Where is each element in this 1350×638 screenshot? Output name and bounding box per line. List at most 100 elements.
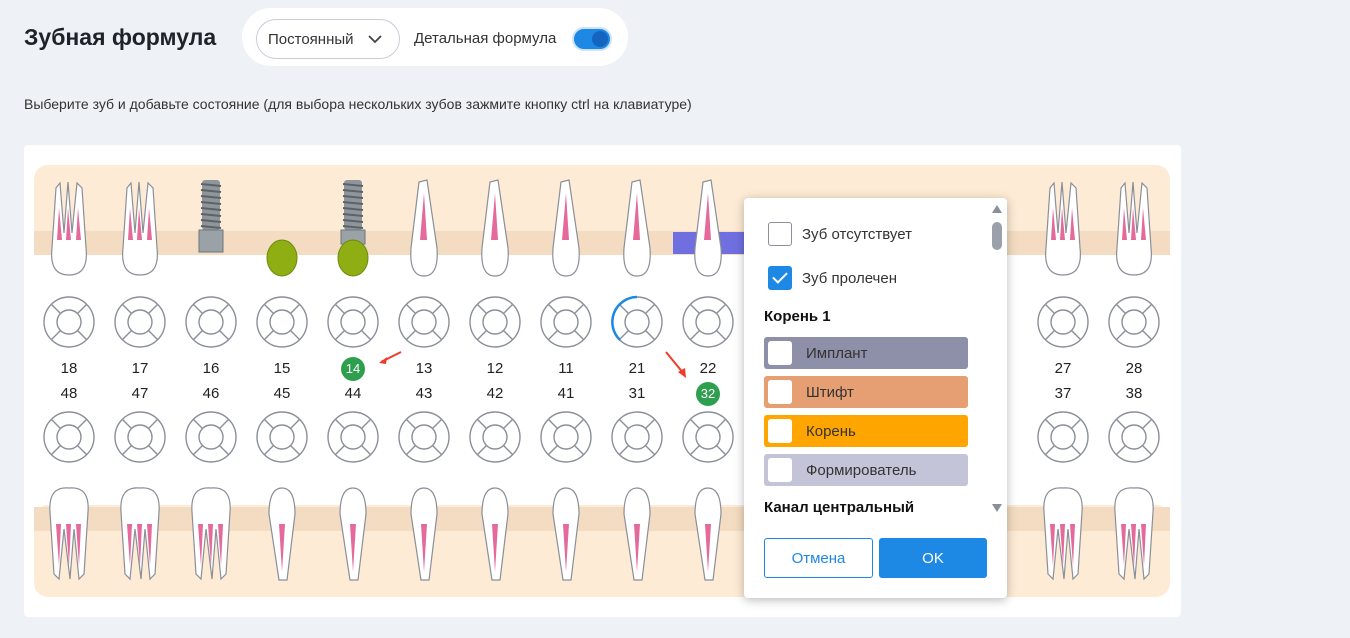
tooth-37[interactable] — [1038, 484, 1088, 584]
tooth-47[interactable] — [115, 484, 165, 584]
post-label: Штифт — [806, 383, 854, 401]
tooth-44[interactable] — [328, 484, 378, 584]
surface-wheel-37[interactable] — [1036, 410, 1090, 464]
surface-wheel-41[interactable] — [539, 410, 593, 464]
tooth-13[interactable] — [399, 178, 449, 278]
surface-wheel-43[interactable] — [397, 410, 451, 464]
scrollbar-thumb[interactable] — [992, 222, 1002, 250]
surface-wheel-48[interactable] — [42, 410, 96, 464]
tooth-31[interactable] — [612, 484, 662, 584]
treated-tooth-option[interactable]: Зуб пролечен — [768, 266, 897, 290]
tooth-number-13[interactable]: 13 — [404, 360, 444, 377]
surface-wheel-22[interactable] — [681, 295, 735, 349]
root-checkbox[interactable] — [768, 419, 792, 443]
implant-checkbox[interactable] — [768, 341, 792, 365]
arrow-annotation-icon — [379, 351, 402, 364]
surface-wheel-28[interactable] — [1107, 295, 1161, 349]
missing-tooth-option[interactable]: Зуб отсутствует — [768, 222, 912, 246]
tooth-number-48[interactable]: 48 — [49, 385, 89, 402]
tooth-number-18[interactable]: 18 — [49, 360, 89, 377]
implant-label: Имплант — [806, 344, 868, 362]
page-title: Зубная формула — [24, 24, 217, 50]
surface-wheel-15[interactable] — [255, 295, 309, 349]
surface-wheel-31[interactable] — [610, 410, 664, 464]
surface-wheel-16[interactable] — [184, 295, 238, 349]
scroll-up-icon[interactable] — [991, 204, 1003, 214]
surface-wheel-44[interactable] — [326, 410, 380, 464]
surface-wheel-17[interactable] — [113, 295, 167, 349]
tooth-number-47[interactable]: 47 — [120, 385, 160, 402]
tooth-number-14[interactable]: 14 — [341, 357, 365, 381]
scroll-down-icon[interactable] — [991, 503, 1003, 513]
tooth-number-44[interactable]: 44 — [333, 385, 373, 402]
missing-tooth-label: Зуб отсутствует — [802, 225, 912, 243]
tooth-46[interactable] — [186, 484, 236, 584]
tooth-28[interactable] — [1109, 178, 1159, 278]
option-former[interactable]: Формирователь — [764, 454, 968, 486]
arrow-annotation-icon — [665, 351, 686, 378]
option-implant[interactable]: Имплант — [764, 337, 968, 369]
missing-tooth-checkbox[interactable] — [768, 222, 792, 246]
tooth-number-28[interactable]: 28 — [1114, 360, 1154, 377]
tooth-12[interactable] — [470, 178, 520, 278]
tooth-43[interactable] — [399, 484, 449, 584]
tooth-38[interactable] — [1109, 484, 1159, 584]
tooth-17[interactable] — [115, 178, 165, 278]
ok-button[interactable]: OK — [879, 538, 987, 578]
tooth-42[interactable] — [470, 484, 520, 584]
surface-wheel-38[interactable] — [1107, 410, 1161, 464]
surface-wheel-32[interactable] — [681, 410, 735, 464]
surface-wheel-21[interactable] — [610, 295, 664, 349]
tooth-27[interactable] — [1038, 178, 1088, 278]
tooth-18[interactable] — [44, 178, 94, 278]
tooth-number-45[interactable]: 45 — [262, 385, 302, 402]
tooth-number-42[interactable]: 42 — [475, 385, 515, 402]
tooth-number-38[interactable]: 38 — [1114, 385, 1154, 402]
tooth-number-37[interactable]: 37 — [1043, 385, 1083, 402]
option-root[interactable]: Корень — [764, 415, 968, 447]
tooth-number-43[interactable]: 43 — [404, 385, 444, 402]
tooth-number-31[interactable]: 31 — [617, 385, 657, 402]
tooth-number-12[interactable]: 12 — [475, 360, 515, 377]
tooth-number-17[interactable]: 17 — [120, 360, 160, 377]
tooth-32[interactable] — [683, 484, 733, 584]
cancel-button[interactable]: Отмена — [764, 538, 873, 578]
surface-wheel-11[interactable] — [539, 295, 593, 349]
tooth-number-21[interactable]: 21 — [617, 360, 657, 377]
option-post[interactable]: Штифт — [764, 376, 968, 408]
tooth-number-46[interactable]: 46 — [191, 385, 231, 402]
surface-wheel-12[interactable] — [468, 295, 522, 349]
treated-tooth-checkbox[interactable] — [768, 266, 792, 290]
tooth-48[interactable] — [44, 484, 94, 584]
tooth-14[interactable] — [328, 178, 378, 278]
post-checkbox[interactable] — [768, 380, 792, 404]
tooth-number-16[interactable]: 16 — [191, 360, 231, 377]
surface-wheel-45[interactable] — [255, 410, 309, 464]
surface-wheel-18[interactable] — [42, 295, 96, 349]
tooth-15[interactable] — [257, 178, 307, 278]
tooth-number-27[interactable]: 27 — [1043, 360, 1083, 377]
tooth-number-41[interactable]: 41 — [546, 385, 586, 402]
mode-select[interactable]: Постоянный — [256, 19, 400, 59]
surface-wheel-46[interactable] — [184, 410, 238, 464]
toggle-knob — [592, 31, 608, 47]
surface-wheel-14[interactable] — [326, 295, 380, 349]
surface-wheel-27[interactable] — [1036, 295, 1090, 349]
tooth-11[interactable] — [541, 178, 591, 278]
surface-wheel-47[interactable] — [113, 410, 167, 464]
surface-wheel-42[interactable] — [468, 410, 522, 464]
detail-formula-toggle[interactable] — [572, 27, 612, 51]
root-section-title: Корень 1 — [764, 308, 831, 325]
tooth-22[interactable] — [683, 178, 733, 278]
tooth-41[interactable] — [541, 484, 591, 584]
former-checkbox[interactable] — [768, 458, 792, 482]
tooth-21[interactable] — [612, 178, 662, 278]
tooth-number-22[interactable]: 22 — [688, 360, 728, 377]
surface-wheel-13[interactable] — [397, 295, 451, 349]
tooth-number-11[interactable]: 11 — [546, 360, 586, 377]
tooth-16[interactable] — [186, 178, 236, 278]
tooth-number-15[interactable]: 15 — [262, 360, 302, 377]
tooth-number-32[interactable]: 32 — [696, 382, 720, 406]
root-label: Корень — [806, 422, 856, 440]
tooth-45[interactable] — [257, 484, 307, 584]
